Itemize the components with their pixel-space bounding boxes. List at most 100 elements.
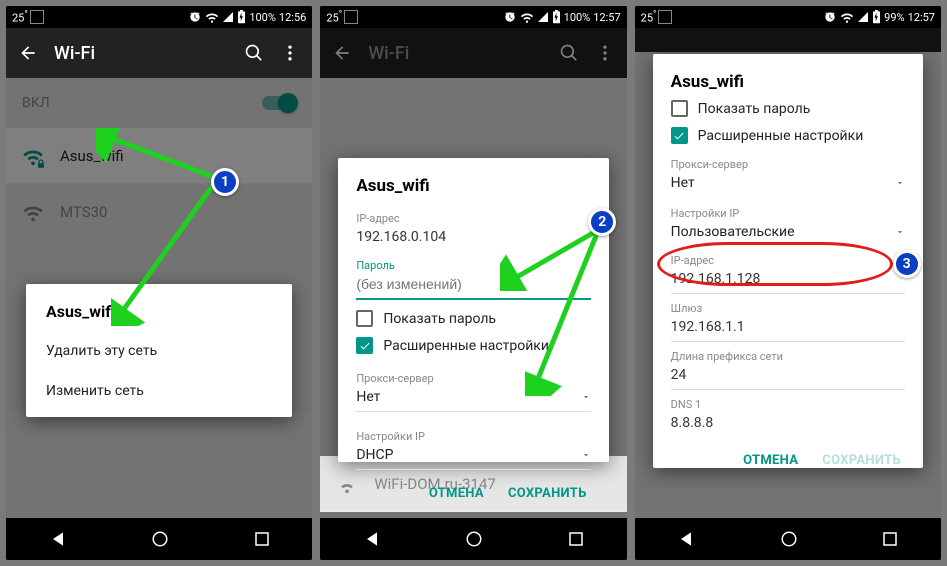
nav-home-icon[interactable] — [780, 530, 798, 548]
phone-screenshot-1: 25° 100% 12:56 Wi-Fi ВКЛ Asus_w — [6, 6, 312, 560]
cell-signal-icon — [222, 11, 234, 23]
scrim-overlay — [320, 28, 626, 78]
chevron-down-icon — [895, 178, 905, 188]
app-bar — [635, 28, 941, 52]
clock: 12:56 — [279, 11, 306, 24]
temperature: 25° — [641, 10, 657, 25]
show-password-row[interactable]: Показать пароль — [671, 100, 905, 117]
proxy-value: Нет — [671, 175, 695, 191]
nav-back-icon[interactable] — [362, 529, 382, 549]
battery-charging-icon — [552, 10, 561, 24]
dialog-title: Asus_wifi — [356, 176, 590, 196]
advanced-options-row[interactable]: Расширенные настройки — [356, 337, 590, 354]
app-bar: Wi-Fi — [6, 28, 312, 78]
no-sim-icon — [344, 10, 358, 24]
prefix-length-label: Длина префикса сети — [671, 350, 905, 363]
advanced-options-checkbox[interactable] — [356, 337, 373, 354]
nav-home-icon[interactable] — [151, 530, 169, 548]
nav-recent-icon[interactable] — [253, 530, 271, 548]
proxy-label: Прокси-сервер — [356, 372, 590, 385]
advanced-options-label: Расширенные настройки — [383, 338, 549, 354]
modify-network-dialog: Asus_wifi IP-адрес 192.168.0.104 Пароль … — [338, 158, 608, 462]
advanced-options-checkbox[interactable] — [671, 127, 688, 144]
gateway-field[interactable]: 192.168.1.1 — [671, 315, 905, 342]
nav-back-icon[interactable] — [48, 529, 68, 549]
proxy-label: Прокси-сервер — [671, 158, 905, 171]
battery-charging-icon — [872, 10, 881, 24]
no-sim-icon — [30, 10, 44, 24]
password-input[interactable] — [356, 272, 590, 298]
content-area: ВКЛ Asus_wifi MTS30 RADIUS Asus_wifi Уд — [6, 78, 312, 518]
clock: 12:57 — [593, 11, 620, 24]
back-icon[interactable] — [18, 43, 38, 63]
wifi-signal-icon — [840, 10, 854, 24]
advanced-options-row[interactable]: Расширенные настройки — [671, 127, 905, 144]
context-menu-title: Asus_wifi — [26, 298, 292, 331]
nav-bar — [6, 518, 312, 560]
content-area: Asus_wifi Показать пароль Расширенные на… — [635, 52, 941, 518]
prefix-length-field[interactable]: 24 — [671, 363, 905, 390]
cancel-button[interactable]: ОТМЕНА — [739, 447, 802, 474]
alarm-icon — [823, 10, 837, 24]
proxy-value: Нет — [356, 389, 380, 405]
scrim-overlay — [635, 28, 941, 52]
overflow-menu-icon[interactable] — [280, 43, 300, 63]
dns1-field[interactable]: 8.8.8.8 — [671, 411, 905, 437]
ip-settings-dropdown[interactable]: DHCP — [356, 443, 590, 470]
password-field[interactable] — [356, 272, 590, 300]
cancel-button[interactable]: ОТМЕНА — [425, 480, 488, 507]
temperature: 25° — [326, 10, 342, 25]
battery-percent: 100% — [249, 11, 276, 24]
ip-settings-label: Настройки IP — [356, 430, 590, 443]
dialog-title: Asus_wifi — [671, 72, 905, 92]
context-menu: Asus_wifi Удалить эту сеть Изменить сеть — [26, 284, 292, 417]
show-password-row[interactable]: Показать пароль — [356, 310, 590, 327]
clock: 12:57 — [908, 11, 935, 24]
forget-network-option[interactable]: Удалить эту сеть — [26, 331, 292, 371]
ip-settings-label: Настройки IP — [671, 207, 905, 220]
modify-network-option[interactable]: Изменить сеть — [26, 371, 292, 411]
status-bar: 25° 100% 12:57 — [320, 6, 626, 28]
status-bar: 25° 99% 12:57 — [635, 6, 941, 28]
nav-recent-icon[interactable] — [881, 530, 899, 548]
nav-bar — [635, 518, 941, 560]
ip-address-value: 192.168.0.104 — [356, 225, 590, 251]
wifi-secured-icon — [336, 473, 358, 495]
nav-recent-icon[interactable] — [567, 530, 585, 548]
ip-settings-value: DHCP — [356, 447, 393, 463]
phone-screenshot-2: 25° 100% 12:57 Wi-Fi WiFi-DOM.ru-3147 As… — [320, 6, 626, 560]
wifi-signal-icon — [205, 10, 219, 24]
advanced-options-label: Расширенные настройки — [698, 128, 864, 144]
nav-bar — [320, 518, 626, 560]
gateway-label: Шлюз — [671, 302, 905, 315]
password-label: Пароль — [356, 259, 590, 272]
show-password-checkbox[interactable] — [356, 310, 373, 327]
battery-charging-icon — [237, 10, 246, 24]
show-password-label: Показать пароль — [698, 101, 811, 117]
chevron-down-icon — [581, 450, 591, 460]
content-area: WiFi-DOM.ru-3147 Asus_wifi IP-адрес 192.… — [320, 78, 626, 518]
ip-address-field[interactable]: 192.168.1.128 — [671, 267, 905, 294]
proxy-dropdown[interactable]: Нет — [671, 171, 905, 197]
page-title: Wi-Fi — [54, 43, 95, 64]
show-password-label: Показать пароль — [383, 311, 496, 327]
ip-settings-dropdown[interactable]: Пользовательские — [671, 220, 905, 246]
search-icon[interactable] — [244, 43, 264, 63]
save-button[interactable]: СОХРАНИТЬ — [504, 480, 591, 507]
status-bar: 25° 100% 12:56 — [6, 6, 312, 28]
modify-network-dialog: Asus_wifi Показать пароль Расширенные на… — [653, 54, 923, 468]
cell-signal-icon — [537, 11, 549, 23]
nav-back-icon[interactable] — [676, 529, 696, 549]
no-sim-icon — [658, 10, 672, 24]
chevron-down-icon — [581, 392, 591, 402]
save-button[interactable]: СОХРАНИТЬ — [818, 447, 905, 474]
show-password-checkbox[interactable] — [671, 100, 688, 117]
nav-home-icon[interactable] — [465, 530, 483, 548]
app-bar: Wi-Fi — [320, 28, 626, 78]
ip-address-label: IP-адрес — [671, 254, 905, 267]
temperature: 25° — [12, 10, 28, 25]
alarm-icon — [188, 10, 202, 24]
cell-signal-icon — [857, 11, 869, 23]
phone-screenshot-3: 25° 99% 12:57 Asus_wifi Показать пароль … — [635, 6, 941, 560]
proxy-dropdown[interactable]: Нет — [356, 385, 590, 412]
